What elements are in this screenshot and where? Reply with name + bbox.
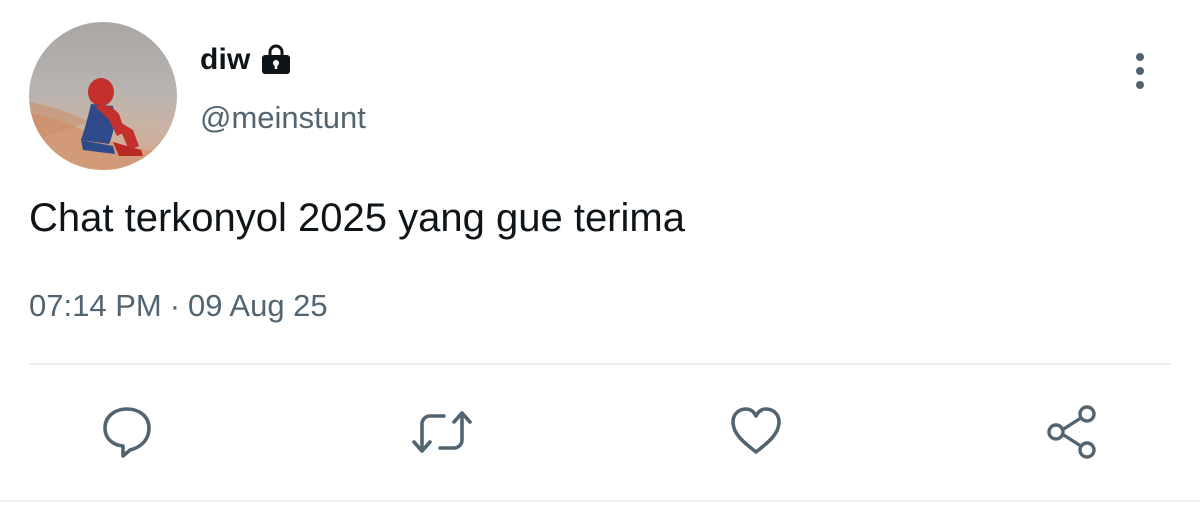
display-name[interactable]: diw	[200, 43, 251, 77]
author-name-row: diw	[200, 40, 293, 80]
meta-separator: ·	[169, 288, 181, 323]
tweet-time: 07:14 PM	[29, 288, 162, 323]
share-icon	[1047, 405, 1096, 459]
lock-icon	[259, 42, 293, 76]
like-button[interactable]	[728, 404, 784, 460]
bottom-divider	[0, 500, 1200, 502]
avatar-image	[29, 78, 177, 170]
retweet-icon	[412, 411, 472, 453]
heart-icon	[731, 407, 781, 454]
retweet-button[interactable]	[410, 404, 472, 460]
author-handle[interactable]: @meinstunt	[200, 100, 366, 136]
more-vertical-icon[interactable]	[1124, 50, 1156, 92]
tweet-card: diw @meinstunt Chat terkonyol 2025 yang …	[0, 0, 1200, 518]
share-button[interactable]	[1044, 404, 1100, 460]
reply-icon	[103, 407, 151, 458]
divider	[29, 363, 1171, 365]
avatar[interactable]	[29, 22, 177, 170]
tweet-text: Chat terkonyol 2025 yang gue terima	[29, 196, 685, 240]
tweet-date: 09 Aug 25	[188, 288, 328, 323]
tweet-timestamp: 07:14 PM · 09 Aug 25	[29, 288, 328, 324]
reply-button[interactable]	[99, 404, 155, 460]
